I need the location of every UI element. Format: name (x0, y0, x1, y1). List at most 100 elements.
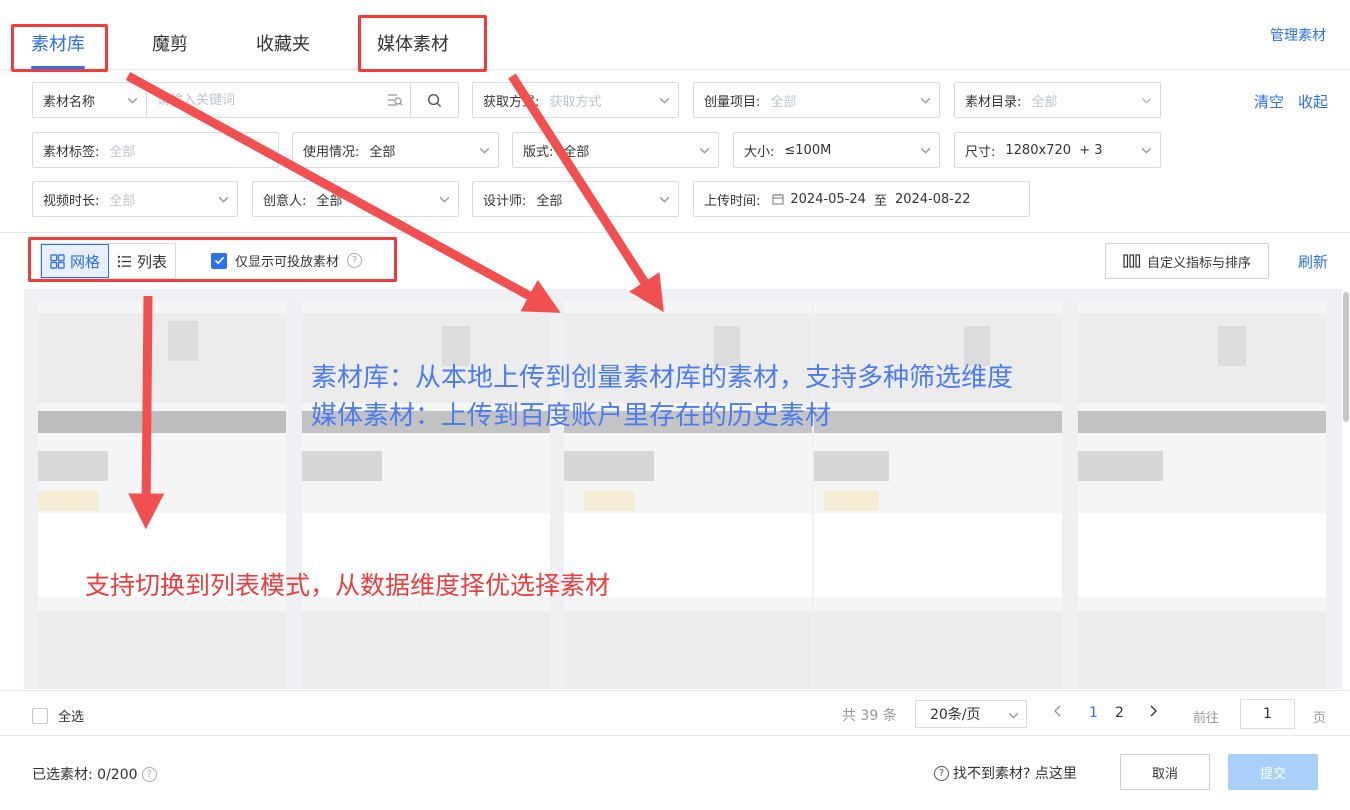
pagination-bar: 全选 共 39 条 20条/页 1 2 前往 页 (0, 690, 1350, 736)
size-select[interactable]: 大小: ≤100M (733, 132, 940, 168)
goto-page-input[interactable] (1240, 699, 1295, 729)
collapse-filters-link[interactable]: 收起 (1298, 91, 1328, 112)
search-icon (427, 93, 442, 107)
format-label: 版式: (523, 144, 554, 160)
annotation-box-media-tab (358, 15, 487, 72)
tag-value: 全部 (109, 144, 136, 160)
cancel-button[interactable]: 取消 (1120, 754, 1210, 790)
search-bar: 素材名称 (32, 82, 459, 118)
cant-find-text: 找不到素材? 点这里 (953, 766, 1077, 782)
select-all-label: 全选 (58, 710, 85, 725)
upload-time-label: 上传时间: (704, 193, 761, 209)
select-all-checkbox[interactable] (32, 707, 48, 724)
dimension-select[interactable]: 尺寸: 1280x720 + 3 (954, 132, 1161, 168)
selected-count: 已选素材: 0/200 ? (32, 764, 157, 784)
project-value: 全部 (770, 94, 797, 110)
acquire-method-select[interactable]: 获取方式: 获取方式 (472, 82, 679, 118)
chevron-down-icon (911, 83, 939, 117)
search-input[interactable] (147, 92, 380, 108)
search-field-label: 素材名称 (43, 94, 96, 110)
upload-time-end: 2024-08-22 (894, 191, 971, 207)
help-icon: ? (934, 765, 949, 781)
catalog-label: 素材目录: (965, 94, 1022, 110)
creator-select[interactable]: 创意人: 全部 (252, 181, 459, 217)
total-count: 共 39 条 (842, 708, 897, 724)
submit-button[interactable]: 提交 (1228, 754, 1318, 790)
tag-select[interactable]: 素材标签: 全部 (32, 132, 279, 168)
cant-find-link[interactable]: ? 找不到素材? 点这里 (934, 763, 1077, 783)
usage-label: 使用情况: (303, 144, 360, 160)
upload-time-separator: 至 (873, 193, 887, 209)
annotation-box-library-tab (11, 24, 108, 72)
chevron-down-icon (430, 182, 458, 216)
usage-value: 全部 (369, 144, 396, 160)
search-field-select[interactable]: 素材名称 (33, 83, 147, 117)
creator-label: 创意人: (263, 193, 307, 209)
duration-label: 视频时长: (43, 193, 100, 209)
refresh-link[interactable]: 刷新 (1298, 251, 1328, 272)
project-select[interactable]: 创量项目: 全部 (693, 82, 940, 118)
tab-bar: 素材库 魔剪 收藏夹 媒体素材 管理素材 (0, 0, 1350, 70)
chevron-down-icon (911, 133, 939, 167)
format-select[interactable]: 版式: 全部 (512, 132, 719, 168)
filter-actions: 清空 收起 (1254, 91, 1328, 112)
size-label: 大小: (744, 144, 775, 160)
annotation-box-view-toggle (28, 237, 397, 282)
creator-value: 全部 (316, 193, 343, 209)
designer-label: 设计师: (483, 193, 527, 209)
dialog-footer: 已选素材: 0/200 ? ? 找不到素材? 点这里 取消 提交 (0, 737, 1350, 810)
tab-favorites[interactable]: 收藏夹 (256, 30, 310, 56)
usage-select[interactable]: 使用情况: 全部 (292, 132, 499, 168)
dimension-label: 尺寸: (965, 144, 996, 160)
prev-page-icon[interactable] (1053, 705, 1063, 721)
clear-filters-link[interactable]: 清空 (1254, 91, 1284, 112)
chevron-down-icon (1132, 83, 1160, 117)
chevron-down-icon (650, 83, 678, 117)
grid-scrollbar[interactable] (1343, 292, 1349, 422)
search-button[interactable] (410, 83, 458, 117)
designer-select[interactable]: 设计师: 全部 (472, 181, 679, 217)
chevron-down-icon (209, 182, 237, 216)
calendar-icon (772, 193, 784, 205)
material-card[interactable] (1078, 301, 1326, 689)
size-value: ≤100M (784, 142, 832, 158)
custom-metrics-sort-label: 自定义指标与排序 (1146, 255, 1251, 271)
chevron-down-icon (650, 182, 678, 216)
annotation-media-description: 媒体素材：上传到百度账户里存在的历史素材 (311, 401, 832, 431)
duration-value: 全部 (109, 193, 136, 209)
chevron-down-icon (1007, 709, 1020, 726)
goto-label: 前往 (1193, 711, 1220, 726)
chevron-down-icon (1132, 133, 1160, 167)
annotation-list-mode-description: 支持切换到列表模式，从数据维度择优选择素材 (85, 571, 611, 600)
selected-count-text: 已选素材: 0/200 (32, 767, 138, 783)
catalog-select[interactable]: 素材目录: 全部 (954, 82, 1161, 118)
page-1[interactable]: 1 (1089, 705, 1098, 721)
dimension-value: 1280x720 + 3 (1005, 142, 1103, 158)
catalog-value: 全部 (1031, 94, 1058, 110)
chevron-down-icon (470, 133, 498, 167)
custom-metrics-sort-button[interactable]: 自定义指标与排序 (1105, 243, 1269, 279)
material-grid (24, 289, 1342, 689)
page-2[interactable]: 2 (1115, 705, 1124, 721)
chevron-down-icon (118, 83, 146, 117)
designer-value: 全部 (536, 193, 563, 209)
page-size-value: 20条/页 (930, 707, 981, 723)
tab-magic-cut[interactable]: 魔剪 (152, 30, 188, 56)
next-page-icon[interactable] (1148, 705, 1158, 721)
project-label: 创量项目: (704, 94, 761, 110)
material-card[interactable] (38, 301, 286, 689)
manage-material-link[interactable]: 管理素材 (1270, 25, 1326, 45)
filter-list-icon[interactable] (380, 93, 410, 107)
upload-time-range[interactable]: 上传时间: 2024-05-24 至 2024-08-22 (693, 181, 1030, 217)
duration-select[interactable]: 视频时长: 全部 (32, 181, 238, 217)
page-suffix: 页 (1313, 711, 1327, 726)
page-size-select[interactable]: 20条/页 (915, 700, 1027, 728)
help-icon[interactable]: ? (141, 766, 157, 782)
acquire-method-label: 获取方式: (483, 94, 540, 110)
acquire-method-value: 获取方式 (549, 94, 602, 110)
chevron-down-icon (690, 133, 718, 167)
columns-icon (1123, 254, 1141, 268)
format-value: 全部 (563, 144, 590, 160)
select-all[interactable]: 全选 (32, 706, 84, 725)
annotation-library-description: 素材库：从本地上传到创量素材库的素材，支持多种筛选维度 (311, 363, 1014, 393)
